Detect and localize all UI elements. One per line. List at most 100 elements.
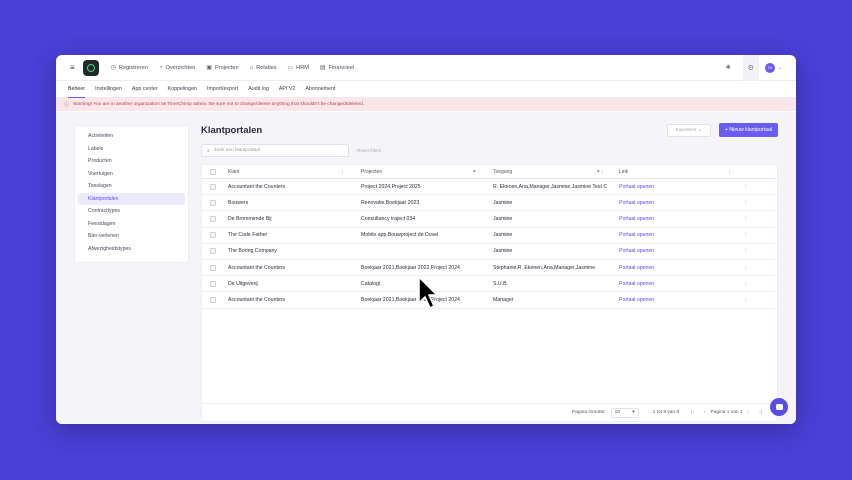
column-menu-icon[interactable]: ⋮ — [340, 169, 345, 175]
page-size-select[interactable]: 10 ▾ — [610, 407, 639, 418]
top-navigation: ≡ ◷ Registreren ◔ Overzichten ▣ Projecten ⌂ Rel… — [56, 55, 796, 81]
nav-item-relaties[interactable]: ⌂ Relaties — [250, 64, 277, 71]
caret-down-icon: ▾ — [632, 410, 635, 415]
col-header-link[interactable]: Link — [619, 169, 628, 175]
tab-app-center[interactable]: App center — [132, 81, 158, 98]
tab-abonnement[interactable]: Abonnement — [305, 81, 335, 98]
settings-sidebar: Activiteiten Labels Producten Voertuigen Toe… — [74, 125, 189, 263]
row-checkbox[interactable] — [210, 280, 216, 287]
cell-toegang: Jasmine — [493, 215, 513, 222]
star-icon[interactable]: ✱ — [726, 64, 731, 71]
col-header-projecten[interactable]: Projecten — [361, 169, 382, 175]
row-checkbox[interactable] — [210, 215, 216, 222]
portal-open-link[interactable]: Portaal openen — [619, 200, 654, 206]
next-page-icon[interactable]: › — [748, 410, 750, 415]
nav-item-label: Financieel — [328, 64, 355, 71]
table-row[interactable]: The Boring Company Jasmine Portaal openen ⋮ — [202, 244, 777, 260]
tab-import-export[interactable]: Import/export — [207, 81, 238, 98]
app-logo[interactable] — [82, 59, 99, 76]
column-menu-icon[interactable]: ⋮ — [727, 169, 732, 175]
sidebar-item-afwezigheidstypes[interactable]: Afwezigheidstypes — [78, 243, 185, 256]
table-row[interactable]: The Code Father Mobile app,Bouwproject de… — [202, 228, 777, 244]
row-actions-icon[interactable]: ⋮ — [736, 297, 756, 303]
row-checkbox[interactable] — [210, 232, 216, 239]
row-actions-icon[interactable]: ⋮ — [736, 232, 756, 238]
portal-open-link[interactable]: Portaal openen — [619, 281, 654, 287]
table-row[interactable]: Accountant the Counters Boekjaar 2021,Boe… — [202, 260, 777, 277]
nav-item-overzichten[interactable]: ◔ Overzichten — [159, 64, 195, 71]
cell-toegang: R. Ekenen,Ana,Manager,Jasmine,Jasmine Te… — [493, 183, 608, 190]
row-checkbox[interactable] — [210, 183, 216, 190]
portal-open-link[interactable]: Portaal openen — [619, 184, 654, 190]
filter-icon[interactable]: ⏷ ⋮ — [596, 169, 603, 175]
portal-open-link[interactable]: Portaal openen — [619, 248, 654, 254]
cell-klant: The Boring Company — [228, 248, 278, 255]
portal-open-link[interactable]: Portaal openen — [619, 232, 654, 238]
row-actions-icon[interactable]: ⋮ — [736, 248, 756, 254]
sidebar-item-activiteiten[interactable]: Activiteiten — [78, 130, 185, 143]
last-page-icon[interactable]: ›| — [759, 410, 762, 415]
search-input[interactable]: ⌕ Zoek een klantportaal — [201, 144, 349, 157]
reset-filters-link[interactable]: Reset filters — [357, 148, 381, 153]
nav-item-label: Projecten — [215, 64, 239, 71]
nav-item-projecten[interactable]: ▣ Projecten — [206, 64, 239, 72]
nav-item-label: Registreren — [118, 64, 148, 71]
row-actions-icon[interactable]: ⋮ — [736, 265, 756, 271]
tab-audit-log[interactable]: Audit log — [248, 81, 269, 98]
overview-icon: ◔ — [158, 64, 163, 71]
sidebar-item-contracttypes[interactable]: Contracttypes — [78, 205, 185, 218]
export-label: Exporteer — [675, 127, 697, 133]
row-checkbox[interactable] — [210, 248, 216, 255]
nav-item-registreren[interactable]: ◷ Registreren — [111, 64, 148, 72]
tab-beheer[interactable]: Beheer — [68, 81, 86, 98]
cell-toegang: Jasmine — [493, 232, 513, 239]
row-checkbox[interactable] — [210, 199, 216, 206]
content-area: Activiteiten Labels Producten Voertuigen Toe… — [56, 112, 796, 424]
sidebar-item-bier-verlenen[interactable]: Bier-verlenen — [78, 230, 185, 243]
new-portal-button[interactable]: + Nieuw klantportaal — [718, 123, 778, 137]
table-row[interactable]: Bouwers Renovatie,Boekjaar 2023 Jasmine Por… — [202, 195, 777, 212]
table-row[interactable]: Accountant the Counters Boekjaar 2021,Boe… — [202, 292, 777, 309]
chevron-down-icon[interactable]: ⌄ — [778, 65, 782, 71]
row-actions-icon[interactable]: ⋮ — [736, 281, 756, 287]
sidebar-item-voertuigen[interactable]: Voertuigen — [78, 168, 185, 181]
col-header-toegang[interactable]: Toegang — [493, 169, 512, 175]
prev-page-icon[interactable]: ‹ — [704, 410, 706, 415]
row-actions-icon[interactable]: ⋮ — [736, 200, 756, 206]
sidebar-item-labels[interactable]: Labels — [78, 143, 185, 156]
sidebar-item-toeslagen[interactable]: Toeslagen — [78, 180, 185, 193]
col-header-klant[interactable]: Klant — [228, 169, 239, 175]
cell-klant: De Uitgeverij — [228, 280, 258, 287]
chat-support-icon[interactable] — [770, 398, 788, 416]
cell-projecten: Project 2024,Project 2025 — [361, 183, 421, 190]
table-row[interactable]: De Brommende Bij Consultancy traject 034 J… — [202, 211, 777, 228]
tab-instellingen[interactable]: Instellingen — [95, 81, 122, 98]
avatar[interactable]: TA — [764, 62, 775, 73]
row-actions-icon[interactable]: ⋮ — [736, 184, 756, 190]
sidebar-item-producten[interactable]: Producten — [78, 155, 185, 168]
sidebar-item-feestdagen[interactable]: Feestdagen — [78, 218, 185, 231]
nav-item-label: HRM — [296, 64, 309, 71]
cell-projecten: Mobile app,Bouwproject de Duvel — [361, 232, 439, 239]
portal-open-link[interactable]: Portaal openen — [619, 265, 654, 271]
portal-open-link[interactable]: Portaal openen — [619, 297, 654, 303]
export-button[interactable]: Exporteer ⌄ — [666, 123, 711, 137]
tab-koppelingen[interactable]: Koppelingen — [168, 81, 197, 98]
nav-item-financieel[interactable]: ▤ Financieel — [320, 64, 355, 72]
table-row[interactable]: De Uitgeverij Catalogi S.U.B. Portaal opene… — [202, 276, 777, 293]
row-actions-icon[interactable]: ⋮ — [736, 216, 756, 222]
portal-open-link[interactable]: Portaal openen — [619, 216, 654, 222]
filter-icon[interactable]: ⏷ ⋮ — [472, 169, 479, 175]
nav-item-hrm[interactable]: ▭ HRM — [287, 64, 309, 72]
first-page-icon[interactable]: |‹ — [691, 410, 694, 415]
row-checkbox[interactable] — [210, 296, 216, 303]
table-row[interactable]: Accountant the Counters Project 2024,Proj… — [202, 179, 777, 196]
row-checkbox[interactable] — [210, 264, 216, 271]
menu-icon[interactable]: ≡ — [70, 63, 75, 72]
tab-api-v2[interactable]: API V2 — [279, 81, 296, 98]
cell-projecten: Catalogi — [361, 280, 381, 287]
select-all-checkbox[interactable] — [210, 168, 216, 175]
sidebar-item-klantportalen[interactable]: Klantportalen — [78, 192, 185, 205]
settings-gear-icon[interactable]: ⚙ — [742, 55, 759, 81]
cell-klant: Accountant the Counters — [228, 296, 286, 303]
